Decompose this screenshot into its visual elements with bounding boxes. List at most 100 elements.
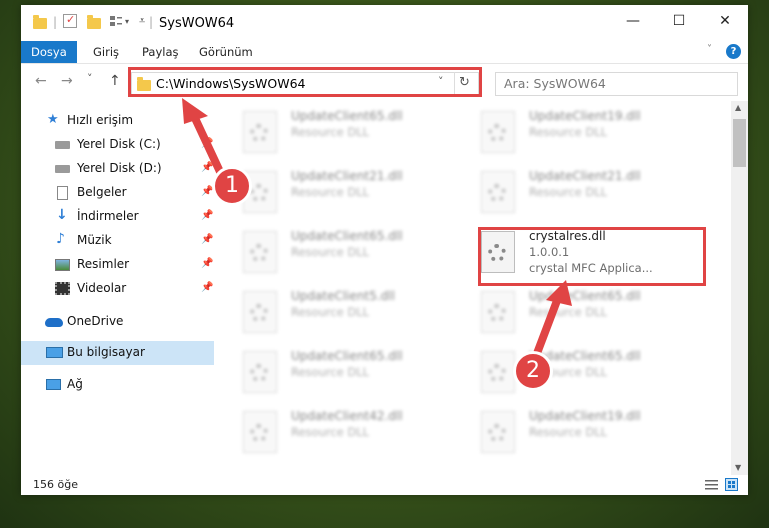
dll-file-icon <box>243 291 277 333</box>
file-highlight-box <box>478 227 706 286</box>
scroll-down-icon[interactable]: ▼ <box>735 463 741 472</box>
video-icon <box>55 282 70 295</box>
sidebar-item-videos[interactable]: Videolar 📌 <box>21 277 214 301</box>
pin-icon[interactable]: 📌 <box>201 282 213 293</box>
title-bar: | ✓ ▾ ⩡ | SysWOW64 — ☐ ✕ <box>21 5 748 41</box>
sidebar-item-quick-access[interactable]: ★ Hızlı erişim <box>21 109 214 133</box>
customize-toolbar-icon[interactable]: ⩡ <box>139 14 145 30</box>
sidebar-item-downloads[interactable]: ↓ İndirmeler 📌 <box>21 205 214 229</box>
download-icon: ↓ <box>56 207 68 223</box>
sidebar-item-local-disk-c[interactable]: Yerel Disk (C:) 📌 <box>21 133 214 157</box>
file-name: UpdateClient21.dll <box>529 169 641 183</box>
sidebar-item-label: Resimler <box>77 257 130 271</box>
list-item[interactable]: UpdateClient42.dll Resource DLL <box>221 403 451 461</box>
computer-icon <box>46 347 63 358</box>
scrollbar-thumb[interactable] <box>733 119 746 167</box>
step-2-badge: 2 <box>513 351 553 391</box>
back-button[interactable]: ← <box>35 73 47 89</box>
view-options-icon[interactable] <box>109 14 123 28</box>
list-item[interactable]: UpdateClient65.dll Resource DLL <box>221 223 451 281</box>
network-icon <box>46 379 61 390</box>
new-folder-icon[interactable] <box>87 15 101 29</box>
scroll-up-icon[interactable]: ▲ <box>735 103 741 112</box>
file-description: Resource DLL <box>529 305 608 319</box>
dll-file-icon <box>243 351 277 393</box>
search-input[interactable]: Ara: SysWOW64 <box>504 76 606 91</box>
list-item[interactable]: UpdateClient65.dll Resource DLL <box>459 283 689 341</box>
cloud-icon <box>45 318 63 327</box>
documents-icon <box>57 186 68 200</box>
file-name: UpdateClient5.dll <box>291 289 395 303</box>
file-description: Resource DLL <box>529 125 608 139</box>
list-item[interactable]: UpdateClient19.dll Resource DLL <box>459 103 689 161</box>
pin-icon[interactable]: 📌 <box>201 258 213 269</box>
sidebar-item-local-disk-d[interactable]: Yerel Disk (D:) 📌 <box>21 157 214 181</box>
minimize-button[interactable]: — <box>610 5 656 37</box>
pin-icon[interactable]: 📌 <box>201 162 213 173</box>
close-button[interactable]: ✕ <box>702 5 748 37</box>
sidebar-item-network[interactable]: Ağ <box>21 373 214 397</box>
chevron-down-icon[interactable]: ▾ <box>125 17 129 33</box>
maximize-button[interactable]: ☐ <box>656 5 702 37</box>
dll-file-icon <box>481 111 515 153</box>
list-item[interactable]: UpdateClient21.dll Resource DLL <box>459 163 689 221</box>
tab-home[interactable]: Giriş <box>93 41 119 63</box>
file-name: UpdateClient21.dll <box>291 169 403 183</box>
sidebar-item-label: Müzik <box>77 233 112 247</box>
file-description: Resource DLL <box>291 125 370 139</box>
vertical-scrollbar[interactable]: ▲ ▼ <box>731 101 748 475</box>
tab-view[interactable]: Görünüm <box>199 41 253 63</box>
dll-file-icon <box>481 171 515 213</box>
sidebar-item-documents[interactable]: Belgeler 📌 <box>21 181 214 205</box>
list-item[interactable]: UpdateClient5.dll Resource DLL <box>221 283 451 341</box>
file-name: UpdateClient65.dll <box>291 349 403 363</box>
sidebar-item-label: Belgeler <box>77 185 127 199</box>
window-title: SysWOW64 <box>159 16 235 31</box>
list-item[interactable]: UpdateClient65.dll Resource DLL <box>221 343 451 401</box>
sidebar-item-label: Bu bilgisayar <box>67 345 145 359</box>
file-name: UpdateClient65.dll <box>529 289 641 303</box>
file-name: UpdateClient19.dll <box>529 109 641 123</box>
folder-icon <box>33 15 47 29</box>
tab-share[interactable]: Paylaş <box>142 41 179 63</box>
large-icons-view-icon[interactable] <box>725 478 738 491</box>
forward-button[interactable]: → <box>61 73 73 89</box>
dll-file-icon <box>481 291 515 333</box>
recent-locations-button[interactable]: ˅ <box>87 72 93 85</box>
sidebar-item-pictures[interactable]: Resimler 📌 <box>21 253 214 277</box>
up-button[interactable]: ↑ <box>109 73 121 89</box>
sidebar-item-label: Videolar <box>77 281 127 295</box>
file-description: Resource DLL <box>291 185 370 199</box>
separator: | <box>53 15 58 29</box>
file-name: UpdateClient42.dll <box>291 409 403 423</box>
list-item[interactable]: UpdateClient65.dll Resource DLL <box>221 103 451 161</box>
dll-file-icon <box>243 111 277 153</box>
tab-file[interactable]: Dosya <box>21 41 77 63</box>
help-icon[interactable]: ? <box>726 44 741 59</box>
sidebar-item-music[interactable]: ♪ Müzik 📌 <box>21 229 214 253</box>
properties-icon[interactable]: ✓ <box>63 13 77 28</box>
expand-ribbon-icon[interactable]: ˅ <box>707 44 712 55</box>
drive-icon <box>55 141 70 149</box>
ribbon-tabs: Dosya Giriş Paylaş Görünüm ˅ ? <box>21 41 748 64</box>
list-item[interactable]: UpdateClient19.dll Resource DLL <box>459 403 689 461</box>
navigation-pane: ★ Hızlı erişim Yerel Disk (C:) 📌 Yerel D… <box>21 105 214 465</box>
list-item[interactable]: UpdateClient65.dll Resource DLL <box>459 343 689 401</box>
dll-file-icon <box>243 231 277 273</box>
file-description: Resource DLL <box>529 185 608 199</box>
dll-file-icon <box>481 411 515 453</box>
list-item[interactable]: UpdateClient21.dll Resource DLL <box>221 163 451 221</box>
sidebar-item-onedrive[interactable]: OneDrive <box>21 310 214 334</box>
sidebar-item-label: OneDrive <box>67 314 124 328</box>
step-1-badge: 1 <box>212 166 252 206</box>
item-count: 156 öğe <box>33 478 78 491</box>
sidebar-item-label: İndirmeler <box>77 209 139 223</box>
pin-icon[interactable]: 📌 <box>201 234 213 245</box>
pin-icon[interactable]: 📌 <box>201 138 213 149</box>
search-box[interactable]: Ara: SysWOW64 <box>495 72 738 96</box>
details-view-icon[interactable] <box>705 479 718 490</box>
file-description: Resource DLL <box>291 305 370 319</box>
pin-icon[interactable]: 📌 <box>201 210 213 221</box>
sidebar-item-this-pc[interactable]: Bu bilgisayar <box>21 341 214 365</box>
file-name: UpdateClient65.dll <box>291 229 403 243</box>
